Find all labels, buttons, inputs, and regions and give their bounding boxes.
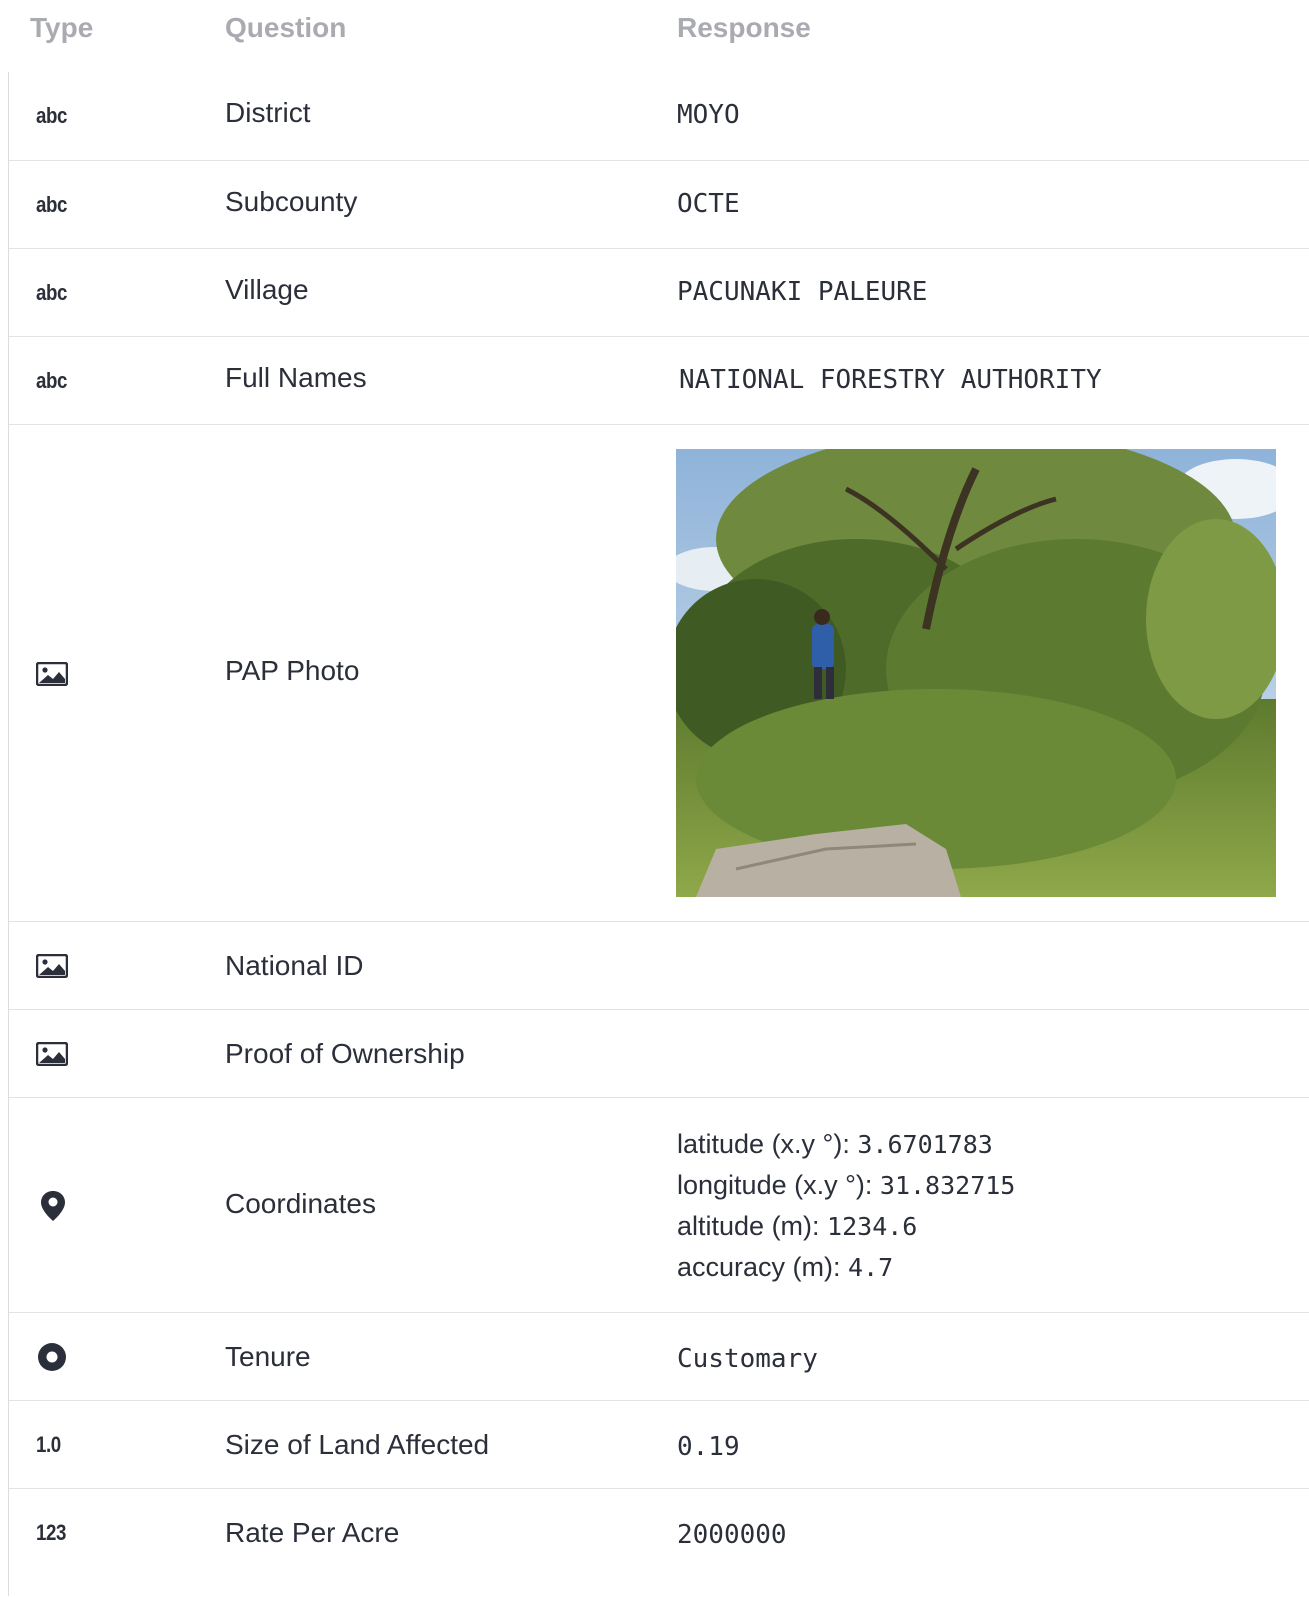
coordinates-response: latitude (x.y °): 3.6701783 longitude (x… (677, 1124, 1015, 1288)
text-type-label: abc (36, 192, 67, 217)
response-value: PACUNAKI PALEURE (677, 277, 928, 307)
table-row: abc Full Names NATIONAL FORESTRY AUTHORI… (9, 336, 1309, 425)
table-row: PAP Photo (9, 424, 1309, 922)
question-label: Coordinates (225, 1188, 376, 1219)
text-type-label: abc (36, 103, 67, 128)
response-value: Customary (677, 1344, 818, 1374)
table-row: Tenure Customary (9, 1312, 1309, 1401)
question-label: Subcounty (225, 186, 358, 217)
table-row: abc Village PACUNAKI PALEURE (9, 248, 1309, 337)
table-row: 123 Rate Per Acre 2000000 (9, 1488, 1309, 1597)
response-value: OCTE (677, 189, 740, 219)
integer-type-label: 123 (36, 1520, 66, 1545)
image-icon (36, 1010, 86, 1098)
question-label: Village (225, 274, 309, 305)
text-type-label: abc (36, 280, 67, 305)
response-value: 2000000 (677, 1520, 787, 1550)
pap-photo-image[interactable] (676, 449, 1276, 897)
table-row: 1.0 Size of Land Affected 0.19 (9, 1400, 1309, 1489)
question-label: Size of Land Affected (225, 1429, 490, 1460)
coord-longitude: longitude (x.y °): 31.832715 (677, 1170, 1016, 1200)
image-icon (36, 425, 86, 922)
radio-icon (36, 1313, 86, 1401)
table-row: abc Subcounty OCTE (9, 160, 1309, 249)
response-value: 0.19 (677, 1432, 740, 1462)
column-header-question: Question (225, 12, 347, 43)
question-label: District (225, 97, 311, 128)
image-icon (36, 922, 86, 1010)
question-label: Full Names (225, 362, 367, 393)
question-label: National ID (225, 950, 364, 981)
coord-altitude: altitude (m): 1234.6 (677, 1211, 918, 1241)
table-row: Proof of Ownership (9, 1009, 1309, 1098)
response-value: NATIONAL FORESTRY AUTHORITY (679, 365, 1102, 395)
table-header: Type Question Response (0, 0, 1309, 56)
text-type-label: abc (36, 368, 67, 393)
table-row: abc District MOYO (9, 72, 1309, 160)
coord-accuracy: accuracy (m): 4.7 (677, 1252, 894, 1282)
question-label: Rate Per Acre (225, 1517, 400, 1548)
map-pin-icon (36, 1098, 86, 1313)
question-label: Proof of Ownership (225, 1038, 465, 1069)
decimal-type-label: 1.0 (36, 1432, 61, 1457)
column-header-type: Type (30, 12, 94, 43)
table-row: Coordinates latitude (x.y °): 3.6701783 … (9, 1097, 1309, 1313)
coord-latitude: latitude (x.y °): 3.6701783 (677, 1129, 993, 1159)
response-value: MOYO (677, 100, 740, 130)
question-label: PAP Photo (225, 655, 360, 686)
table-row: National ID (9, 921, 1309, 1010)
question-label: Tenure (225, 1341, 311, 1372)
column-header-response: Response (677, 12, 811, 43)
